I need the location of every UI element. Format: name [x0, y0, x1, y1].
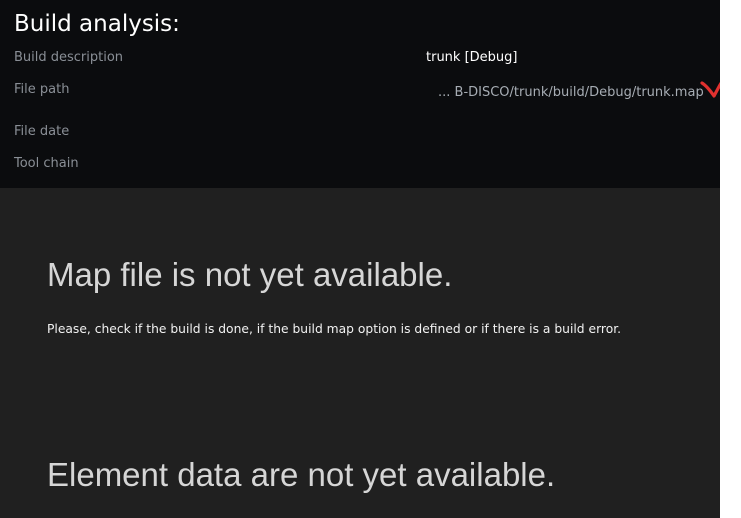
right-edge-strip — [720, 0, 741, 518]
file-date-label: File date — [14, 124, 70, 139]
file-path-value[interactable]: ... B-DISCO/trunk/build/Debug/trunk.map — [438, 85, 704, 100]
build-analysis-panel: Build analysis: Build description trunk … — [0, 0, 720, 188]
content-panel: Map file is not yet available. Please, c… — [0, 188, 720, 518]
build-description-value: trunk [Debug] — [426, 50, 518, 65]
build-analysis-title: Build analysis: — [14, 11, 180, 37]
build-description-label: Build description — [14, 50, 124, 65]
build-analysis-view: Build analysis: Build description trunk … — [0, 0, 741, 518]
map-file-heading: Map file is not yet available. — [47, 256, 453, 293]
file-path-label: File path — [14, 82, 70, 97]
element-data-heading: Element data are not yet available. — [47, 456, 556, 493]
tool-chain-label: Tool chain — [14, 156, 79, 171]
map-file-message: Please, check if the build is done, if t… — [47, 322, 622, 336]
